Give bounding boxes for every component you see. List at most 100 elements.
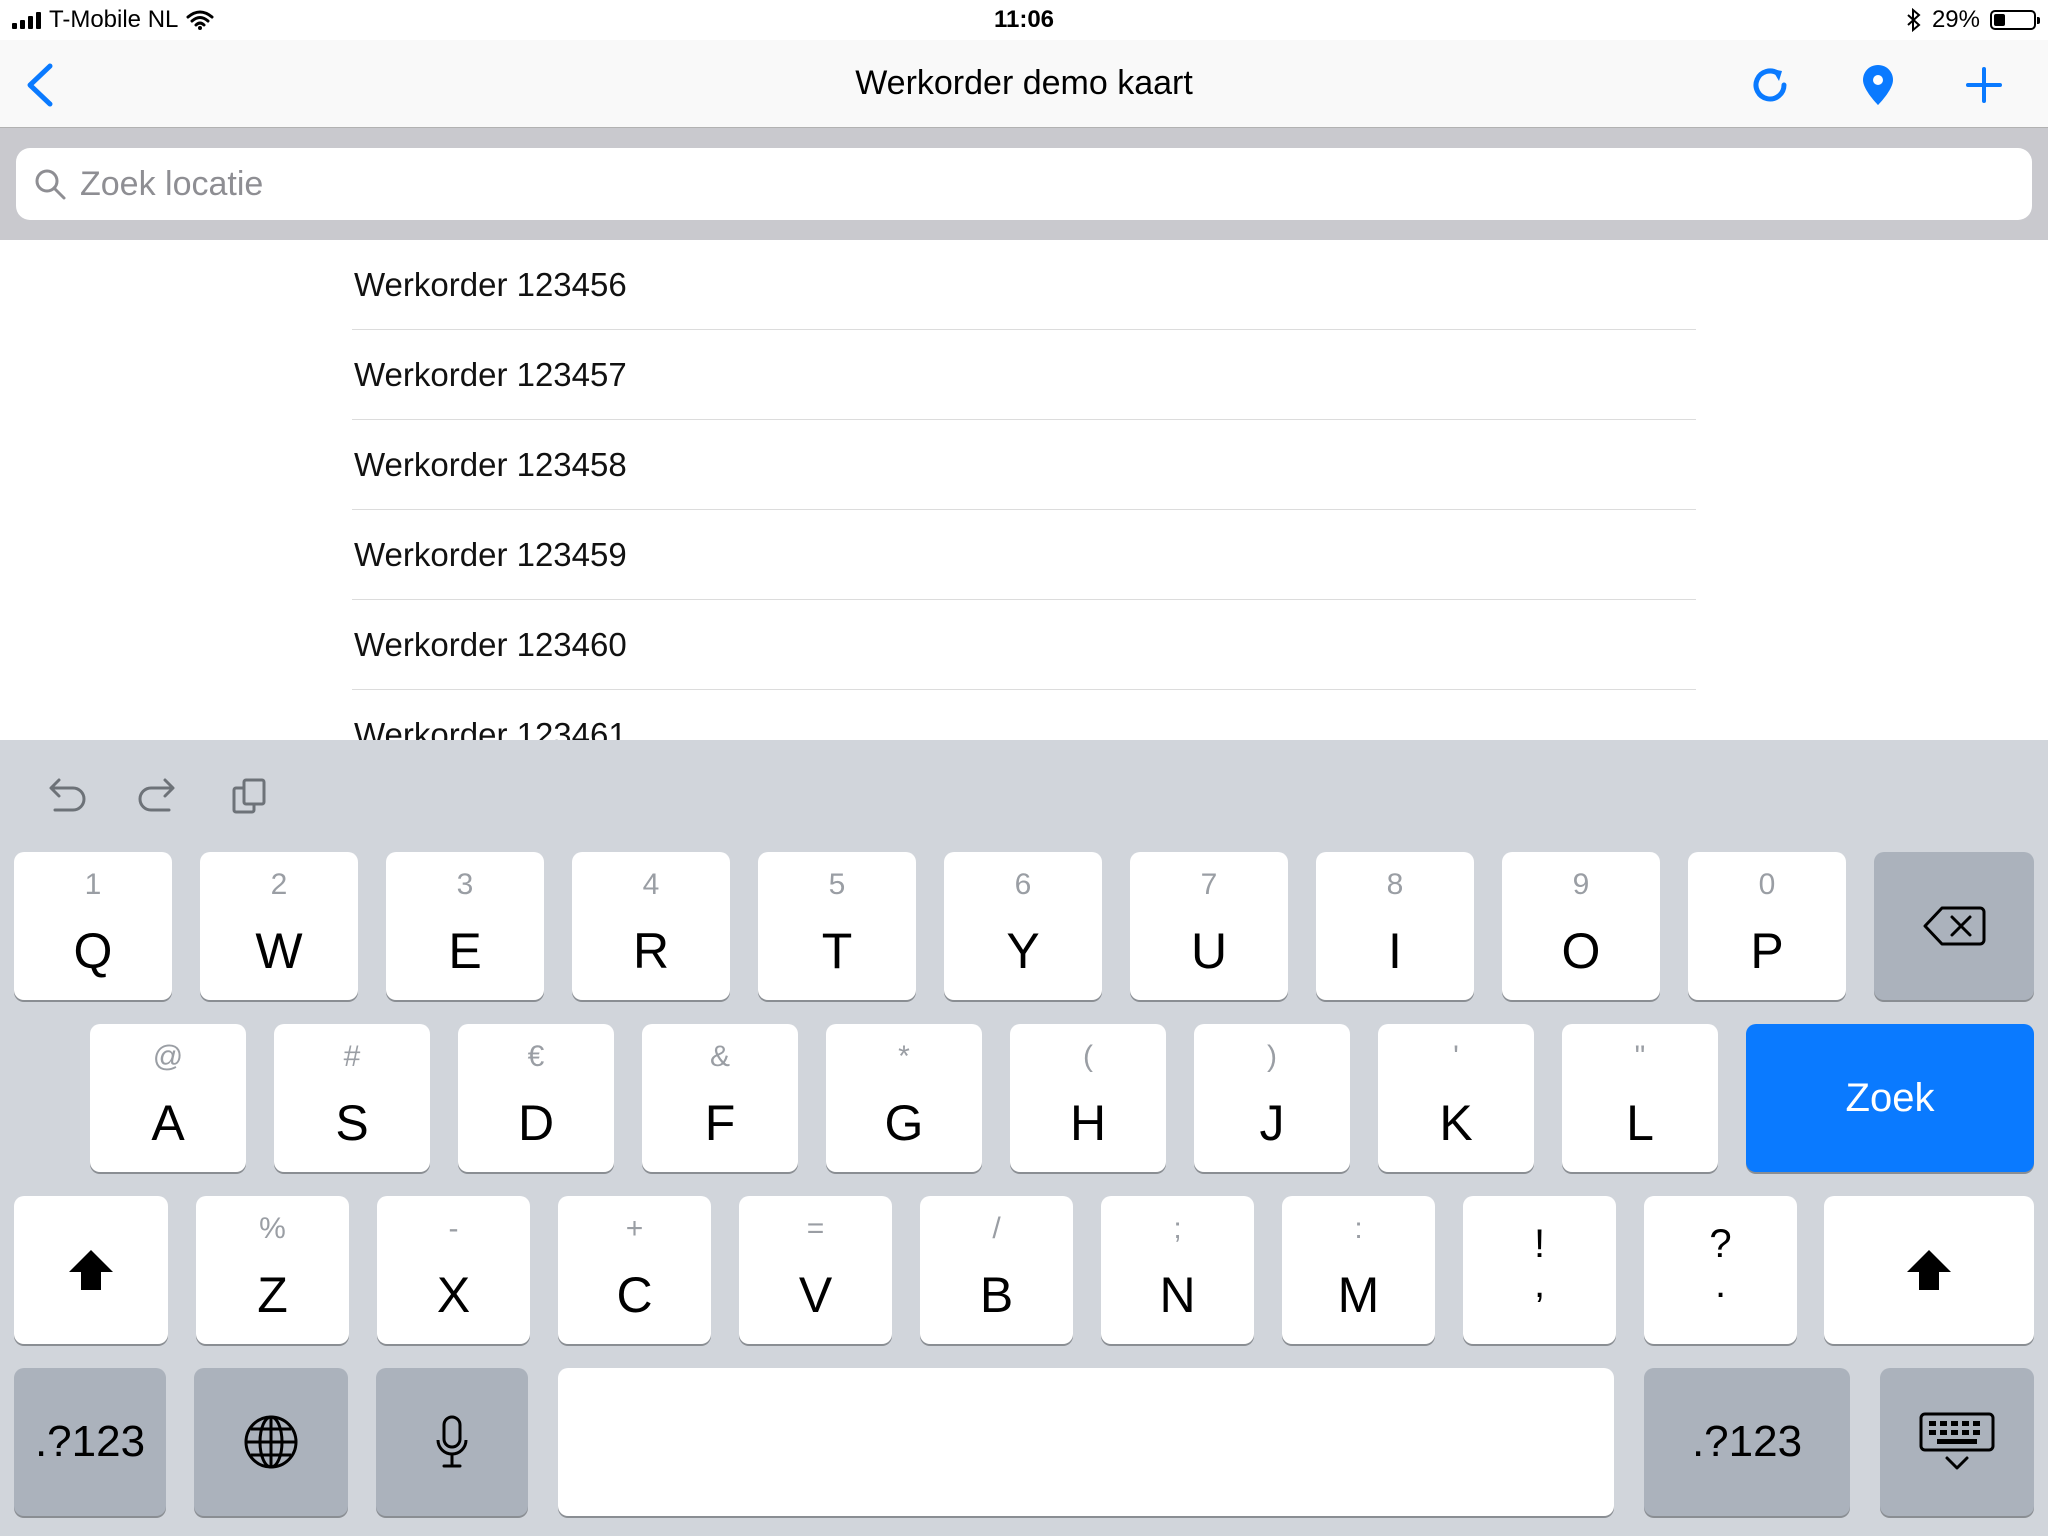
key-primary-label: Y xyxy=(1006,923,1040,979)
key-primary-label: N xyxy=(1159,1267,1196,1323)
key-s[interactable]: # S xyxy=(274,1024,430,1172)
search-input[interactable] xyxy=(78,163,1982,205)
key-c[interactable]: + C xyxy=(558,1196,711,1344)
key-w[interactable]: 2W xyxy=(200,852,358,1000)
key-primary-label: ? xyxy=(1709,1222,1732,1266)
search-results-list: Werkorder 123456 Werkorder 123457 Werkor… xyxy=(352,240,1696,740)
key-primary-label: F xyxy=(704,1095,736,1151)
undo-icon xyxy=(49,778,86,812)
dictation-key[interactable] xyxy=(376,1368,528,1516)
numbers-key-right[interactable]: .?123 xyxy=(1644,1368,1850,1516)
search-bar xyxy=(0,128,2048,240)
dismiss-keyboard-key[interactable] xyxy=(1880,1368,2034,1516)
bluetooth-icon xyxy=(1907,8,1921,32)
key-exclamation-comma[interactable]: !, xyxy=(1463,1196,1616,1344)
key-primary-label: V xyxy=(798,1267,833,1323)
key-primary-label: P xyxy=(1750,923,1784,979)
key-secondary-label: 5 xyxy=(828,868,846,901)
key-secondary-label: € xyxy=(527,1040,545,1073)
key-secondary-label: 4 xyxy=(642,868,660,901)
key-q[interactable]: 1Q xyxy=(14,852,172,1000)
key-v[interactable]: = V xyxy=(739,1196,892,1344)
key-secondary-label: , xyxy=(1533,1262,1546,1306)
shift-icon xyxy=(1824,1196,2034,1344)
key-i[interactable]: 8I xyxy=(1316,852,1474,1000)
key-b[interactable]: / B xyxy=(920,1196,1073,1344)
key-t[interactable]: 5T xyxy=(758,852,916,1000)
numbers-key-left[interactable]: .?123 xyxy=(14,1368,166,1516)
search-field[interactable] xyxy=(16,148,2032,220)
key-primary-label: S xyxy=(335,1095,369,1151)
key-e[interactable]: 3E xyxy=(386,852,544,1000)
key-p[interactable]: 0P xyxy=(1688,852,1846,1000)
status-time: 11:06 xyxy=(993,6,1055,33)
key-secondary-label: 2 xyxy=(270,868,288,901)
backspace-icon xyxy=(1874,852,2034,1000)
key-secondary-label: % xyxy=(259,1212,286,1245)
key-secondary-label: + xyxy=(625,1212,644,1245)
list-item[interactable]: Werkorder 123460 xyxy=(352,600,1696,690)
microphone-icon xyxy=(376,1368,528,1516)
key-primary-label: M xyxy=(1337,1267,1380,1323)
list-item[interactable]: Werkorder 123461 xyxy=(352,690,1696,741)
key-primary-label: ! xyxy=(1533,1222,1546,1266)
location-button[interactable] xyxy=(1848,58,1908,112)
key-n[interactable]: ; N xyxy=(1101,1196,1254,1344)
key-secondary-label: & xyxy=(709,1040,730,1073)
numbers-key-label: .?123 xyxy=(34,1417,146,1466)
shift-icon xyxy=(14,1196,168,1344)
list-item[interactable]: Werkorder 123459 xyxy=(352,510,1696,600)
key-u[interactable]: 7U xyxy=(1130,852,1288,1000)
key-g[interactable]: * G xyxy=(826,1024,982,1172)
key-secondary-label: = xyxy=(806,1212,825,1245)
refresh-button[interactable] xyxy=(1740,58,1800,112)
key-secondary-label: : xyxy=(1354,1212,1363,1245)
space-bar[interactable] xyxy=(558,1368,1614,1516)
list-item[interactable]: Werkorder 123456 xyxy=(352,240,1696,330)
keyboard-shortcut-bar xyxy=(40,770,276,826)
list-item[interactable]: Werkorder 123457 xyxy=(352,330,1696,420)
search-return-key[interactable]: Zoek xyxy=(1746,1024,2034,1172)
redo-button[interactable] xyxy=(132,770,184,822)
key-secondary-label: " xyxy=(1634,1040,1646,1073)
key-o[interactable]: 9O xyxy=(1502,852,1660,1000)
key-x[interactable]: -X xyxy=(377,1196,530,1344)
key-primary-label: E xyxy=(448,923,482,979)
key-m[interactable]: :M xyxy=(1282,1196,1435,1344)
globe-key[interactable] xyxy=(194,1368,348,1516)
return-key-label: Zoek xyxy=(1845,1075,1935,1120)
delete-key[interactable] xyxy=(1874,852,2034,1000)
key-a[interactable]: @ A xyxy=(90,1024,246,1172)
key-secondary-label: / xyxy=(992,1212,1001,1245)
list-item[interactable]: Werkorder 123458 xyxy=(352,420,1696,510)
key-primary-label: I xyxy=(1388,923,1402,979)
key-y[interactable]: 6Y xyxy=(944,852,1102,1000)
keyboard-dismiss-icon xyxy=(1880,1368,2034,1516)
key-r[interactable]: 4R xyxy=(572,852,730,1000)
key-question-period[interactable]: ?. xyxy=(1644,1196,1797,1344)
key-primary-label: K xyxy=(1439,1095,1473,1151)
shift-key-left[interactable] xyxy=(14,1196,168,1344)
key-f[interactable]: & F xyxy=(642,1024,798,1172)
undo-button[interactable] xyxy=(40,770,92,822)
key-l[interactable]: " L xyxy=(1562,1024,1718,1172)
key-primary-label: X xyxy=(436,1267,471,1323)
key-secondary-label: . xyxy=(1714,1262,1727,1306)
key-primary-label: Q xyxy=(73,923,113,979)
add-button[interactable] xyxy=(1954,58,2014,112)
paste-button[interactable] xyxy=(224,770,276,822)
key-primary-label: W xyxy=(255,923,303,979)
key-k[interactable]: ' K xyxy=(1378,1024,1534,1172)
status-bar: T-Mobile NL 11:06 29% xyxy=(0,0,2048,40)
key-d[interactable]: € D xyxy=(458,1024,614,1172)
key-z[interactable]: % Z xyxy=(196,1196,349,1344)
key-secondary-label: ' xyxy=(1453,1040,1459,1073)
shift-key-right[interactable] xyxy=(1824,1196,2034,1344)
key-secondary-label: 1 xyxy=(84,868,102,901)
key-h[interactable]: (H xyxy=(1010,1024,1166,1172)
key-j[interactable]: ) J xyxy=(1194,1024,1350,1172)
key-primary-label: H xyxy=(1069,1095,1107,1151)
numbers-key-label: .?123 xyxy=(1691,1417,1803,1466)
key-primary-label: T xyxy=(821,923,853,979)
key-secondary-label: - xyxy=(448,1212,459,1245)
